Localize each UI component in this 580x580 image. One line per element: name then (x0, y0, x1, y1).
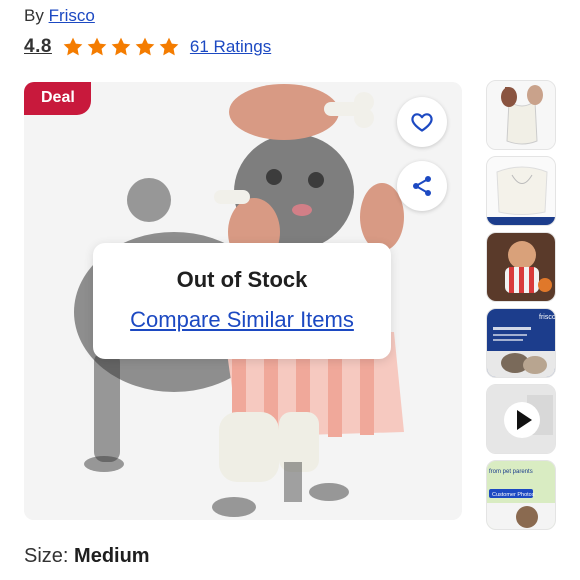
thumbnail-6[interactable]: from pet parents Customer Photos (486, 460, 556, 530)
compare-similar-link[interactable]: Compare Similar Items (130, 307, 354, 333)
promo-brand-text: frisco (539, 314, 556, 321)
size-selector-label: Size: Medium (24, 545, 150, 568)
thumbnail-3[interactable] (486, 232, 556, 302)
star-icon (87, 37, 107, 56)
promo-icon: frisco (487, 309, 556, 377)
share-button[interactable] (397, 161, 447, 211)
costume-icon (487, 81, 555, 149)
brand-link[interactable]: Frisco (49, 6, 95, 25)
thumbnail-5-video[interactable] (486, 384, 556, 454)
size-label: Size: (24, 545, 69, 567)
thumbnail-4[interactable]: frisco (486, 308, 556, 378)
star-icon (63, 37, 83, 56)
ratings-count-link[interactable]: 61 Ratings (190, 37, 271, 57)
customer-photos-label: Customer Photos (492, 492, 535, 498)
star-icon (111, 37, 131, 56)
review-text: from pet parents (489, 469, 533, 475)
play-icon (487, 385, 555, 453)
review-icon: from pet parents Customer Photos (487, 461, 555, 529)
heart-icon (411, 113, 433, 132)
thumbnail-2[interactable] (486, 156, 556, 226)
out-of-stock-title: Out of Stock (176, 267, 308, 292)
measure-icon (487, 157, 555, 225)
rating-stars (62, 36, 180, 58)
rating-row: 4.8 61 Ratings (24, 34, 271, 60)
star-icon (159, 37, 179, 56)
thumbnail-1[interactable] (486, 80, 556, 150)
dog-photo-icon (487, 233, 555, 301)
brand-byline: By Frisco (24, 6, 95, 26)
rating-value[interactable]: 4.8 (24, 36, 52, 58)
deal-badge: Deal (24, 82, 91, 115)
favorite-button[interactable] (397, 97, 447, 147)
star-icon (135, 37, 155, 56)
size-value: Medium (74, 545, 150, 567)
share-icon (413, 176, 431, 196)
brand-prefix: By (24, 6, 44, 25)
out-of-stock-card: Out of Stock Compare Similar Items (93, 243, 391, 359)
